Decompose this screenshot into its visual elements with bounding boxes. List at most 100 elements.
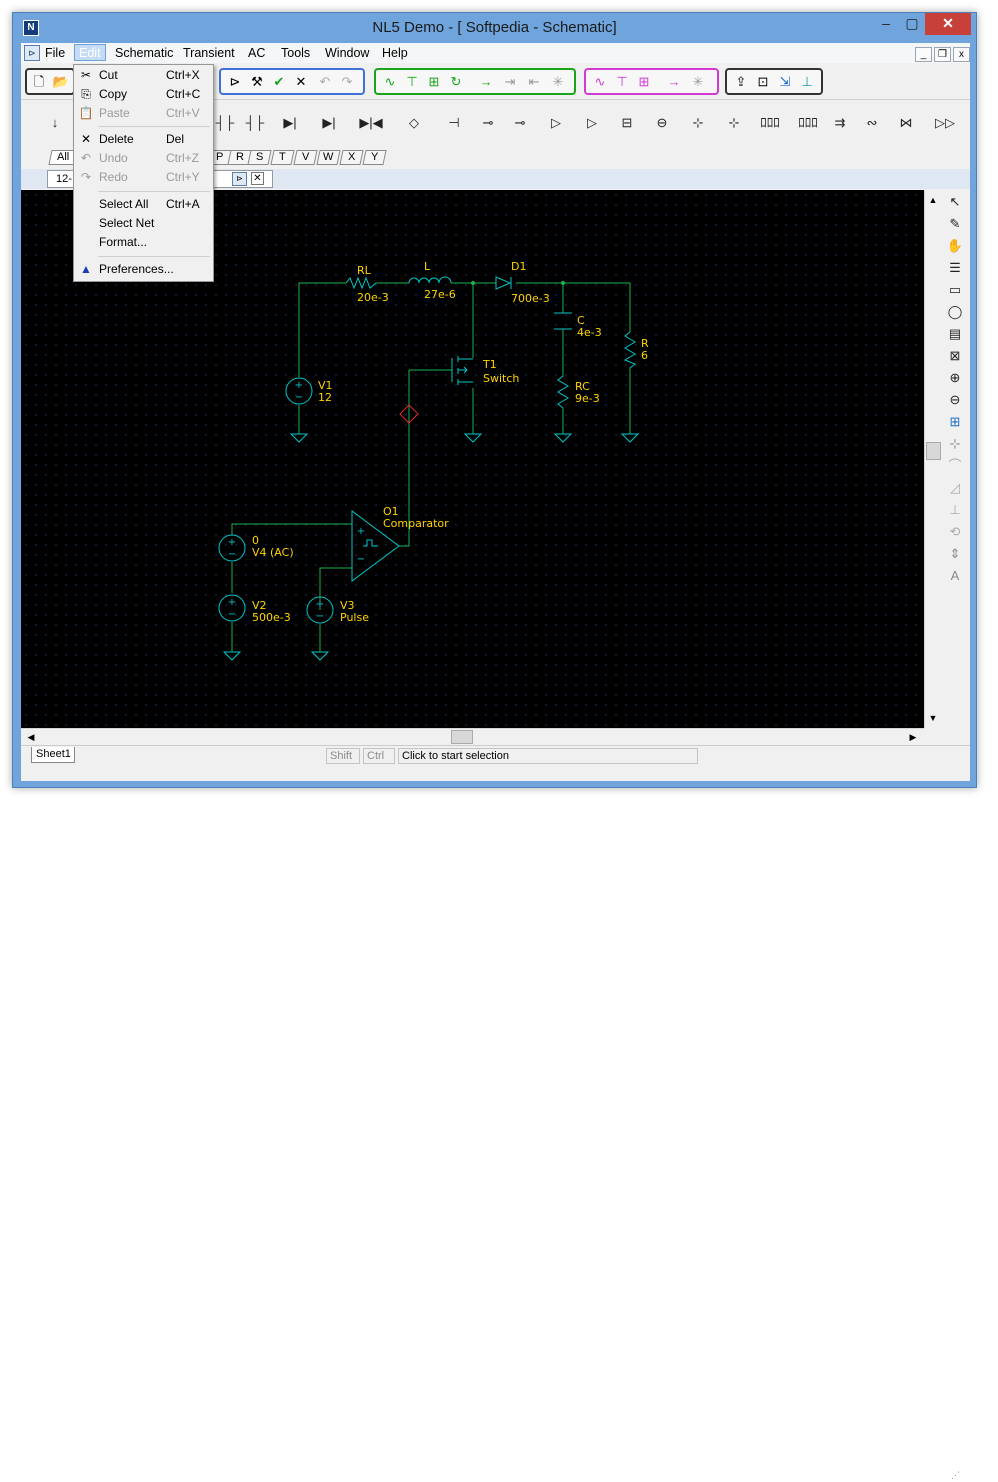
transient-continue-icon[interactable]: ⇥ bbox=[501, 73, 519, 91]
scroll-down-icon[interactable]: ▼ bbox=[925, 710, 941, 726]
zener-comp-icon[interactable]: ▶| bbox=[315, 112, 343, 134]
gate-comp-icon[interactable]: ▷▷ bbox=[925, 112, 965, 134]
zoom-in-icon[interactable]: ⊕ bbox=[944, 368, 966, 388]
export-icon[interactable]: ⇪ bbox=[732, 73, 750, 91]
resize-grip-icon[interactable]: ⋰ bbox=[951, 1470, 965, 1482]
maximize-button[interactable]: ▢ bbox=[899, 13, 925, 35]
zoom-area-icon[interactable]: ⊹ bbox=[944, 434, 966, 454]
controlled-source-comp-icon[interactable]: ⊹ bbox=[683, 112, 713, 134]
label-r-value[interactable]: 6 bbox=[641, 349, 648, 362]
transistor-comp-icon[interactable]: ⊸ bbox=[475, 112, 501, 134]
label-t1-name[interactable]: T1 bbox=[482, 358, 497, 371]
menu-item-select-net[interactable]: Select Net bbox=[74, 214, 213, 233]
label-v2-value[interactable]: 500e-3 bbox=[252, 611, 291, 624]
image-tool-icon[interactable]: ⊠ bbox=[944, 346, 966, 366]
menu-help[interactable]: Help bbox=[378, 45, 412, 62]
menu-item-copy[interactable]: ⎘ Copy Ctrl+C bbox=[74, 85, 213, 104]
redo-icon[interactable]: ↷ bbox=[338, 73, 356, 91]
check-icon[interactable]: ✔ bbox=[270, 73, 288, 91]
menu-tools[interactable]: Tools bbox=[277, 45, 314, 62]
new-file-icon[interactable]: 🗋 bbox=[30, 73, 48, 91]
ground-comp-icon[interactable]: ↓ bbox=[45, 112, 65, 134]
capacitor-comp-icon[interactable]: ┤├ bbox=[213, 112, 237, 134]
cross-icon[interactable]: ✕ bbox=[292, 73, 310, 91]
switch-comp-icon[interactable]: ⊣ bbox=[441, 112, 467, 134]
diode-pair-comp-icon[interactable]: ⋈ bbox=[893, 112, 919, 134]
ac-graph-icon[interactable]: ∿ bbox=[591, 73, 609, 91]
menu-item-format[interactable]: Format... bbox=[74, 233, 213, 252]
transient-start-icon[interactable]: → bbox=[477, 73, 495, 91]
inductor-comp-icon[interactable]: ﾛﾛﾛ bbox=[755, 112, 785, 134]
doc-tab-close-icon[interactable]: ✕ bbox=[251, 172, 264, 185]
controlled-source2-comp-icon[interactable]: ⊹ bbox=[719, 112, 749, 134]
menu-schematic[interactable]: Schematic bbox=[111, 45, 177, 62]
select-tool-icon[interactable]: ↖ bbox=[944, 192, 966, 212]
tvs-comp-icon[interactable]: ▶|◀ bbox=[354, 112, 388, 134]
menu-item-delete[interactable]: ✕ Delete Del bbox=[74, 130, 213, 149]
mdi-restore-button[interactable]: ❐ bbox=[934, 47, 951, 62]
zoom-fit-icon[interactable]: ⊞ bbox=[944, 412, 966, 432]
undo-icon[interactable]: ↶ bbox=[316, 73, 334, 91]
vertical-scrollbar[interactable]: ▲ ▼ bbox=[924, 190, 941, 728]
transient-probe-icon[interactable]: ⊤ bbox=[403, 73, 421, 91]
label-rl-value[interactable]: 20e-3 bbox=[357, 291, 389, 304]
text-tool-icon[interactable]: ▤ bbox=[944, 324, 966, 344]
scroll-right-icon[interactable]: ▶ bbox=[905, 729, 921, 745]
label-d1-name[interactable]: D1 bbox=[511, 260, 526, 273]
schematic-icon[interactable]: ⊳ bbox=[226, 73, 244, 91]
zoom-out-icon[interactable]: ⊖ bbox=[944, 390, 966, 410]
menu-edit[interactable]: Edit bbox=[74, 44, 106, 61]
opamp-comp-icon[interactable]: ▷ bbox=[577, 112, 607, 134]
sheet-tab[interactable]: Sheet1 bbox=[31, 747, 75, 763]
menu-item-cut[interactable]: ✂ Cut Ctrl+X bbox=[74, 66, 213, 85]
label-rl-name[interactable]: RL bbox=[357, 264, 372, 277]
pan-hand-icon[interactable]: ✋ bbox=[944, 236, 966, 256]
tab-x[interactable]: X bbox=[339, 150, 364, 165]
menu-file[interactable]: File bbox=[41, 45, 69, 62]
label-c-value[interactable]: 4e-3 bbox=[577, 326, 602, 339]
label-l-value[interactable]: 27e-6 bbox=[424, 288, 456, 301]
horizontal-scrollbar[interactable]: ◀ ▶ bbox=[21, 728, 924, 745]
menu-item-preferences[interactable]: ▲ Preferences... bbox=[74, 260, 213, 279]
transient-graph-icon[interactable]: ∿ bbox=[381, 73, 399, 91]
minimize-button[interactable]: ‒ bbox=[873, 13, 899, 35]
draw-wire-icon[interactable]: ✎ bbox=[944, 214, 966, 234]
vertical-scroll-thumb[interactable] bbox=[926, 442, 941, 460]
label-o1-value[interactable]: Comparator bbox=[383, 517, 449, 530]
lines-tool-icon[interactable]: ☰ bbox=[944, 258, 966, 278]
bridge-comp-icon[interactable]: ◇ bbox=[399, 112, 429, 134]
label-l-name[interactable]: L bbox=[424, 260, 431, 273]
label-t1-value[interactable]: Switch bbox=[483, 372, 519, 385]
buffer-comp-icon[interactable]: ▷ bbox=[541, 112, 571, 134]
menu-item-select-all[interactable]: Select All Ctrl+A bbox=[74, 195, 213, 214]
menu-item-redo[interactable]: ↷ Redo Ctrl+Y bbox=[74, 168, 213, 187]
current-source-comp-icon[interactable]: ⊖ bbox=[647, 112, 677, 134]
tab-v[interactable]: V bbox=[293, 150, 318, 165]
menu-window[interactable]: Window bbox=[321, 45, 373, 62]
horizontal-scroll-thumb[interactable] bbox=[451, 730, 473, 744]
polar-capacitor-comp-icon[interactable]: ┤├ bbox=[243, 112, 267, 134]
ac-table-icon[interactable]: ⊞ bbox=[635, 73, 653, 91]
ground-side-icon[interactable]: ⊥ bbox=[944, 500, 966, 520]
tab-w[interactable]: W bbox=[316, 150, 341, 165]
font-size-icon[interactable]: A bbox=[944, 566, 966, 586]
diode-comp-icon[interactable]: ▶| bbox=[276, 112, 304, 134]
hammer-icon[interactable]: ⚒ bbox=[248, 73, 266, 91]
tab-t[interactable]: T bbox=[270, 150, 295, 165]
scroll-left-icon[interactable]: ◀ bbox=[23, 729, 39, 745]
mosfet-comp-icon[interactable]: ⊸ bbox=[507, 112, 533, 134]
transient-table-icon[interactable]: ⊞ bbox=[425, 73, 443, 91]
open-file-icon[interactable]: 📂 bbox=[52, 73, 70, 91]
rectangle-tool-icon[interactable]: ▭ bbox=[944, 280, 966, 300]
flip-icon[interactable]: ◿ bbox=[944, 478, 966, 498]
scroll-up-icon[interactable]: ▲ bbox=[925, 192, 941, 208]
rotate-ccw-icon[interactable]: ⟲ bbox=[944, 522, 966, 542]
label-rc-value[interactable]: 9e-3 bbox=[575, 392, 600, 405]
transient-run-icon[interactable]: ↻ bbox=[447, 73, 465, 91]
marker-icon[interactable]: ⇲ bbox=[776, 73, 794, 91]
flip-vertical-icon[interactable]: ⇕ bbox=[944, 544, 966, 564]
tab-y[interactable]: Y bbox=[362, 150, 387, 165]
ic-comp-icon[interactable]: ⊟ bbox=[613, 112, 641, 134]
coupled-inductor-comp-icon[interactable]: ﾛﾛﾛ bbox=[793, 112, 823, 134]
component-icon[interactable]: ⊡ bbox=[754, 73, 772, 91]
